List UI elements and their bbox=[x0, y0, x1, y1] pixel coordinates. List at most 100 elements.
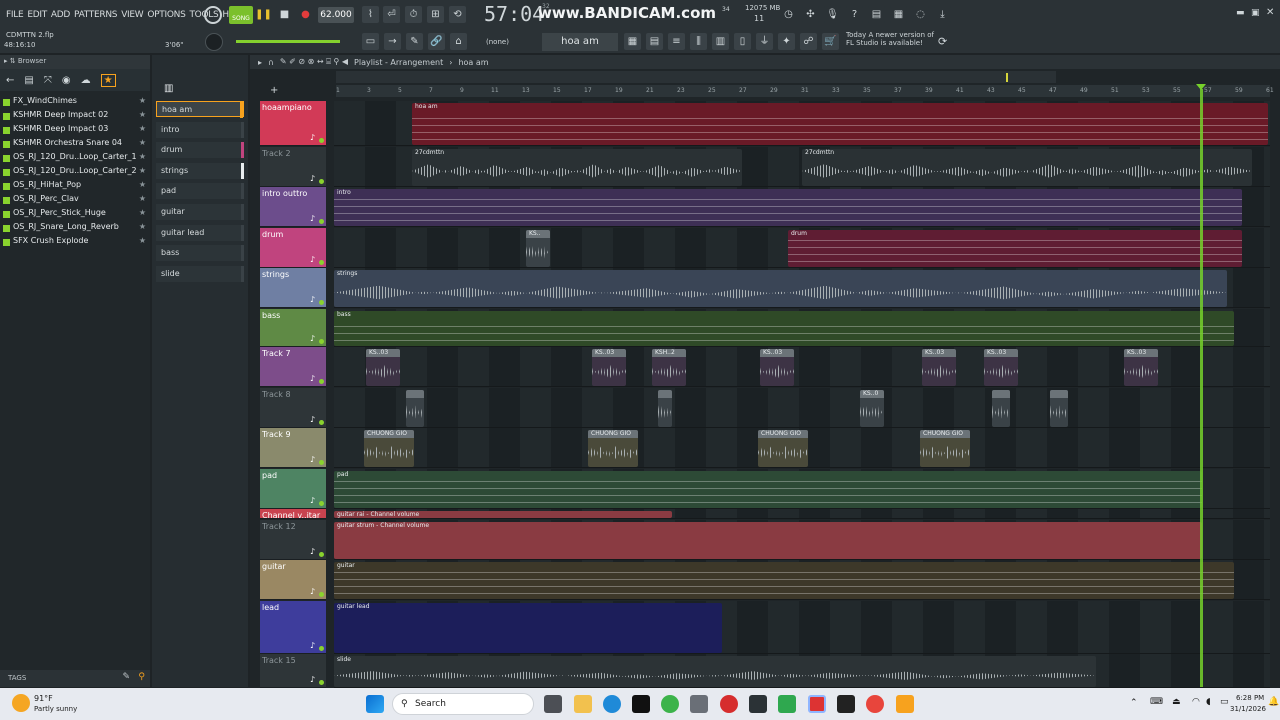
track-header[interactable]: Track 9 ♪ bbox=[260, 428, 326, 468]
performance-icon[interactable]: ✦ bbox=[778, 33, 795, 50]
pattern-clip[interactable]: strings bbox=[334, 270, 1227, 307]
browser-item[interactable]: OS_RJ_HiHat_Pop ★ bbox=[0, 180, 150, 194]
song-mode-button[interactable]: SONG bbox=[229, 6, 253, 24]
pattern-clip[interactable]: guitar strum - Channel volume bbox=[334, 521, 1202, 559]
star-icon[interactable]: ★ bbox=[139, 138, 146, 147]
tray-chevron-icon[interactable]: ⌃ bbox=[1130, 698, 1138, 708]
pattern-item[interactable]: hoa am bbox=[156, 101, 244, 118]
snap-icon[interactable]: ▭ bbox=[362, 33, 379, 50]
master-volume-slider[interactable] bbox=[236, 40, 340, 43]
task-view-icon[interactable] bbox=[544, 695, 562, 713]
arrow-right-icon[interactable]: → bbox=[384, 33, 401, 50]
track-lane[interactable]: slide bbox=[334, 654, 1270, 688]
pattern-none-select[interactable]: (none) bbox=[474, 34, 530, 50]
track-lane[interactable]: CHUONG GIO CHUONG GIO CHUONG GIO CHUONG GIO bbox=[334, 428, 1270, 468]
track-header[interactable]: bass ♪ bbox=[260, 308, 326, 347]
menu-add[interactable]: ADD bbox=[51, 10, 70, 20]
channel-rack-icon[interactable]: ▦ bbox=[624, 33, 641, 50]
pattern-clip[interactable]: 27cdmttn bbox=[412, 148, 742, 186]
pattern-clip[interactable]: KS.. bbox=[526, 229, 550, 267]
star-icon[interactable]: ★ bbox=[139, 124, 146, 133]
cloud-icon[interactable]: ☁ bbox=[81, 75, 91, 86]
track-header[interactable]: guitar ♪ bbox=[260, 560, 326, 600]
volume-icon[interactable]: ◖ bbox=[1206, 697, 1211, 707]
loop-record-icon[interactable]: ⟲ bbox=[449, 6, 466, 23]
record-icon[interactable]: ● bbox=[297, 6, 314, 23]
pattern-clip[interactable]: KS..03 bbox=[922, 349, 956, 386]
menu-patterns[interactable]: PATTERNS bbox=[74, 10, 117, 20]
track-lane[interactable]: KS.. drum bbox=[334, 227, 1270, 268]
track-mute-indicator[interactable] bbox=[319, 259, 324, 265]
track-header[interactable]: Track 15 ♪ bbox=[260, 654, 326, 688]
piano-roll-icon[interactable]: ▤ bbox=[646, 33, 663, 50]
pattern-clip[interactable]: hoa am bbox=[412, 103, 1268, 145]
pattern-clip[interactable]: guitar rai - Channel volume bbox=[334, 511, 672, 518]
help-icon[interactable]: ? bbox=[846, 6, 863, 23]
capcut-icon[interactable] bbox=[837, 695, 855, 713]
track-mute-indicator[interactable] bbox=[319, 178, 324, 184]
track-mute-indicator[interactable] bbox=[319, 219, 324, 224]
playlist-icon[interactable]: ≡ bbox=[668, 33, 685, 50]
pattern-item[interactable]: strings bbox=[156, 162, 244, 179]
browser-item[interactable]: OS_RJ_120_Dru..Loop_Carter_1 ★ bbox=[0, 152, 150, 166]
paint-icon[interactable]: ✎ ✐ ⊘ ⊗ ↔ ⌸ ⚲ ◀ bbox=[280, 57, 348, 67]
pattern-clip[interactable]: guitar lead bbox=[334, 602, 722, 653]
track-header[interactable]: pad ♪ bbox=[260, 468, 326, 509]
track-header[interactable]: strings ♪ bbox=[260, 268, 326, 308]
download-icon[interactable]: ⤓ bbox=[934, 6, 951, 23]
fl-mixer-app-icon[interactable] bbox=[749, 695, 767, 713]
pattern-clip[interactable]: KS..03 bbox=[366, 349, 400, 386]
track-lane[interactable]: guitar lead bbox=[334, 600, 1270, 654]
track-mute-indicator[interactable] bbox=[319, 551, 324, 557]
pattern-clip[interactable]: slide bbox=[334, 656, 1096, 687]
master-pitch-knob[interactable] bbox=[205, 33, 223, 51]
pattern-clip[interactable]: KSH..2 bbox=[652, 349, 686, 386]
pattern-clip[interactable]: KS..03 bbox=[760, 349, 794, 386]
browser-item[interactable]: OS_RJ_120_Dru..Loop_Carter_2 ★ bbox=[0, 166, 150, 180]
weather-icon[interactable] bbox=[12, 694, 30, 712]
track-mute-indicator[interactable] bbox=[319, 500, 324, 506]
timeline-ruler[interactable]: 1 3 5 7 9 11 13 15 17 19 21 23 25 27 29 31 33 35 37 39 41 43 4… bbox=[336, 85, 1274, 97]
star-icon[interactable]: ★ bbox=[139, 222, 146, 231]
snip-icon[interactable] bbox=[690, 695, 708, 713]
keyboard-icon[interactable]: ⌨ bbox=[1150, 697, 1163, 707]
browser-item[interactable]: FX_WindChimes ★ bbox=[0, 96, 150, 110]
wait-icon[interactable]: ⏎ bbox=[383, 6, 400, 23]
star-icon[interactable]: ★ bbox=[139, 208, 146, 217]
tag-edit-icon[interactable]: ✎ bbox=[122, 672, 130, 682]
track-header[interactable]: drum ♪ bbox=[260, 227, 326, 268]
file-icon[interactable]: ▤ bbox=[24, 75, 33, 86]
track-mute-indicator[interactable] bbox=[319, 645, 324, 651]
star-icon[interactable]: ★ bbox=[139, 110, 146, 119]
stamp-icon[interactable]: ⌂ bbox=[450, 33, 467, 50]
playlist-menu-icon[interactable]: ▸ bbox=[258, 58, 262, 67]
draw-icon[interactable]: ✎ bbox=[406, 33, 423, 50]
notification-icon[interactable]: 🔔 bbox=[1268, 697, 1279, 707]
track-mute-indicator[interactable] bbox=[319, 592, 324, 597]
track-header[interactable]: Track 2 ♪ bbox=[260, 146, 326, 187]
touch-icon[interactable]: ☍ bbox=[800, 33, 817, 50]
menu-file[interactable]: FILE bbox=[6, 10, 24, 20]
chrome-alt-icon[interactable] bbox=[661, 695, 679, 713]
wifi-icon[interactable]: ◠ bbox=[1192, 697, 1200, 707]
star-icon[interactable]: ★ bbox=[139, 180, 146, 189]
track-mute-indicator[interactable] bbox=[319, 338, 324, 344]
star-icon[interactable]: ★ bbox=[139, 166, 146, 175]
track-lane[interactable]: guitar bbox=[334, 560, 1270, 600]
track-mute-indicator[interactable] bbox=[319, 419, 324, 425]
track-header[interactable]: Channel v..itar rai bbox=[260, 509, 326, 529]
plugin-icon[interactable]: ▯ bbox=[734, 33, 751, 50]
pattern-clip[interactable] bbox=[406, 389, 424, 427]
track-header[interactable]: Track 12 ♪ bbox=[260, 519, 326, 560]
pattern-clip[interactable]: KS..03 bbox=[592, 349, 626, 386]
windows-start-icon[interactable] bbox=[366, 695, 384, 713]
export-icon[interactable]: ▦ bbox=[890, 6, 907, 23]
clock-time[interactable]: 6:28 PM bbox=[1236, 694, 1264, 702]
share-icon[interactable]: ⤧ bbox=[44, 75, 52, 86]
star-icon[interactable]: ★ bbox=[139, 152, 146, 161]
tag-search-icon[interactable]: ⚲ bbox=[138, 672, 145, 682]
save-icon[interactable]: ▤ bbox=[868, 6, 885, 23]
pattern-item[interactable]: intro bbox=[156, 121, 244, 138]
pattern-clip[interactable]: CHUONG GIO bbox=[758, 430, 808, 467]
cart-icon[interactable]: 🛒 bbox=[822, 33, 839, 50]
